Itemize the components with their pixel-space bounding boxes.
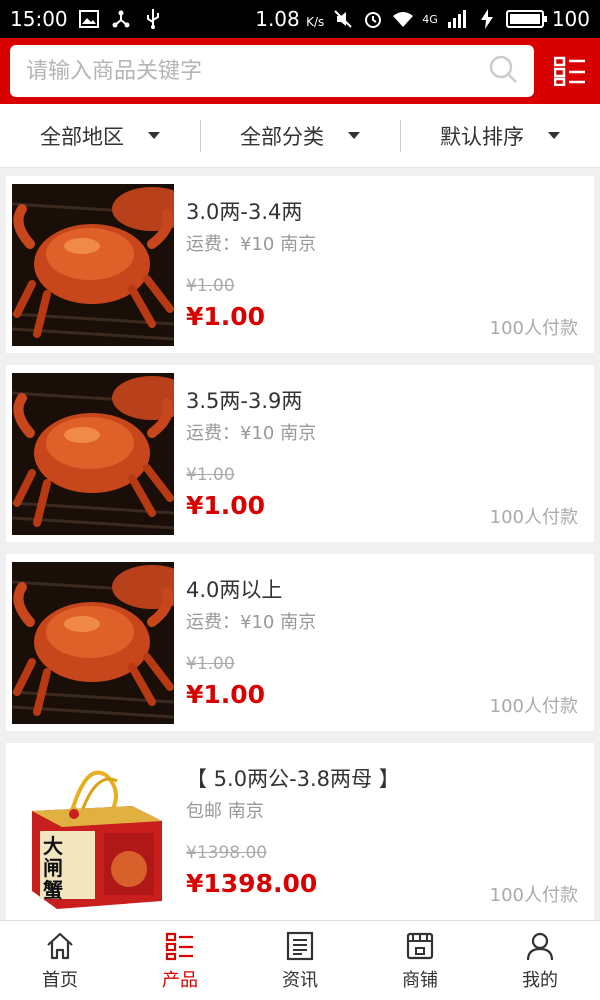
battery-level: 100 — [551, 7, 590, 31]
chevron-down-icon — [148, 132, 160, 139]
product-original-price: ¥1.00 — [186, 654, 235, 674]
nav-news[interactable]: 资讯 — [240, 921, 360, 1000]
search-box[interactable] — [10, 45, 534, 97]
product-paid-count: 100人付款 — [489, 318, 578, 339]
product-title[interactable]: 3.0两-3.4两 — [186, 196, 302, 226]
chevron-down-icon — [548, 132, 560, 139]
gift-box-text: 大闸蟹 — [43, 834, 63, 902]
battery-icon — [505, 10, 547, 28]
signal-icon — [446, 8, 468, 30]
status-bar: 15:00 1.08 K/s 4G 100 — [0, 0, 600, 38]
home-icon — [47, 932, 73, 959]
status-time: 15:00 — [10, 7, 68, 31]
search-icon[interactable] — [488, 54, 518, 88]
filter-sort-label: 默认排序 — [440, 124, 524, 149]
product-price: ¥1.00 — [186, 491, 266, 520]
product-list: 3.0两-3.4两 运费：¥10 南京 ¥1.00 ¥1.00 100人付款 3… — [6, 176, 594, 932]
share-icon — [110, 8, 132, 30]
nav-products-label: 产品 — [162, 969, 198, 991]
product-item[interactable]: 4.0两以上 运费：¥10 南京 ¥1.00 ¥1.00 100人付款 — [6, 554, 594, 731]
product-paid-count: 100人付款 — [489, 885, 578, 906]
nav-products[interactable]: 产品 — [120, 921, 240, 1000]
product-price: ¥1.00 — [186, 680, 266, 709]
alarm-icon — [362, 8, 384, 30]
usb-icon — [142, 8, 164, 30]
product-title[interactable]: 3.5两-3.9两 — [186, 385, 302, 415]
filter-region-label: 全部地区 — [40, 124, 124, 149]
gift-box-image[interactable]: 大闸蟹 — [12, 751, 174, 913]
product-title[interactable]: 4.0两以上 — [186, 574, 282, 604]
category-list-icon — [554, 56, 585, 86]
nav-store[interactable]: 商铺 — [360, 921, 480, 1000]
product-paid-count: 100人付款 — [489, 696, 578, 717]
category-menu-button[interactable] — [550, 51, 590, 91]
crab-image[interactable] — [12, 184, 174, 346]
store-icon — [406, 932, 434, 959]
product-title[interactable]: 【 5.0两公-3.8两母 】 — [186, 763, 400, 793]
user-icon — [526, 932, 554, 960]
nav-home[interactable]: 首页 — [0, 921, 120, 1000]
header — [0, 38, 600, 104]
crab-image[interactable] — [12, 562, 174, 724]
product-shipping: 运费：¥10 南京 — [186, 612, 317, 633]
bottom-nav: 首页 产品 资讯 商铺 我的 — [0, 920, 600, 1000]
chevron-down-icon — [348, 132, 360, 139]
nav-news-label: 资讯 — [282, 969, 318, 991]
product-item[interactable]: 3.0两-3.4两 运费：¥10 南京 ¥1.00 ¥1.00 100人付款 — [6, 176, 594, 353]
nav-home-label: 首页 — [42, 969, 78, 991]
filter-category[interactable]: 全部分类 — [200, 118, 400, 154]
wifi-icon — [392, 8, 414, 30]
image-icon — [78, 8, 100, 30]
network-speed: 1.08 K/s — [255, 7, 325, 31]
product-item[interactable]: 大闸蟹 【 5.0两公-3.8两母 】 包邮 南京 ¥1398.00 ¥1398… — [6, 743, 594, 920]
product-price: ¥1.00 — [186, 302, 266, 331]
filter-category-label: 全部分类 — [240, 124, 324, 149]
nav-profile-label: 我的 — [522, 969, 558, 991]
product-original-price: ¥1398.00 — [186, 843, 268, 863]
product-shipping: 包邮 南京 — [186, 801, 264, 822]
network-type: 4G — [422, 12, 438, 26]
product-item[interactable]: 3.5两-3.9两 运费：¥10 南京 ¥1.00 ¥1.00 100人付款 — [6, 365, 594, 542]
product-shipping: 运费：¥10 南京 — [186, 423, 317, 444]
news-icon — [286, 931, 314, 960]
product-shipping: 运费：¥10 南京 — [186, 234, 317, 255]
product-paid-count: 100人付款 — [489, 507, 578, 528]
nav-profile[interactable]: 我的 — [480, 921, 600, 1000]
product-original-price: ¥1.00 — [186, 276, 235, 296]
search-input[interactable] — [26, 58, 488, 84]
product-price: ¥1398.00 — [186, 869, 318, 898]
crab-image[interactable] — [12, 373, 174, 535]
filter-sort[interactable]: 默认排序 — [400, 118, 600, 154]
filter-bar: 全部地区 全部分类 默认排序 — [0, 104, 600, 168]
charging-icon — [476, 8, 498, 30]
filter-region[interactable]: 全部地区 — [0, 118, 200, 154]
product-original-price: ¥1.00 — [186, 465, 235, 485]
mute-icon — [332, 8, 354, 30]
nav-store-label: 商铺 — [402, 969, 438, 991]
list-icon — [165, 932, 193, 960]
